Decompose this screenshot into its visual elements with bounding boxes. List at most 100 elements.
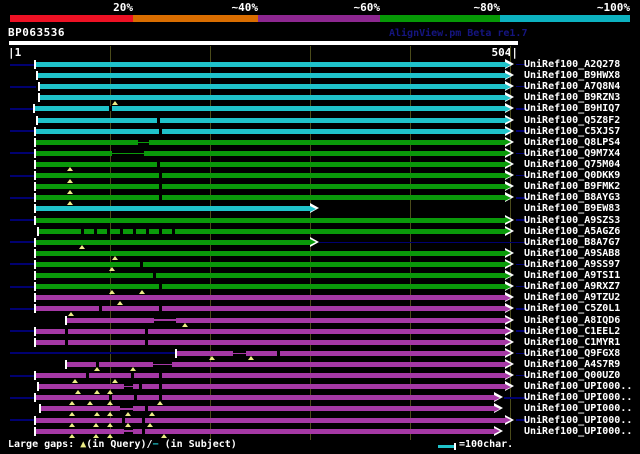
hit-bar[interactable] (40, 84, 505, 90)
hit-bar[interactable] (36, 328, 505, 334)
hit-arrowhead-icon[interactable] (505, 247, 515, 259)
hit-arrowhead-icon[interactable] (505, 192, 515, 203)
hit-bar[interactable] (36, 417, 505, 423)
hit-bar[interactable] (36, 250, 505, 256)
hit-label[interactable]: UniRef100_C5Z0L1 (524, 303, 620, 314)
hit-label[interactable]: UniRef100_Q8LPS4 (524, 137, 620, 148)
hit-label[interactable]: UniRef100_A4S7R9 (524, 359, 620, 370)
hit-label[interactable]: UniRef100_UPI000.. (524, 415, 632, 426)
hit-arrowhead-icon[interactable] (505, 125, 515, 137)
hit-label[interactable]: UniRef100_B9EW83 (524, 203, 620, 214)
hit-bar[interactable] (36, 239, 310, 245)
hit-arrowhead-icon[interactable] (505, 414, 515, 426)
hit-arrowhead-icon[interactable] (505, 347, 515, 359)
hit-label[interactable]: UniRef100_A2Q278 (524, 59, 620, 70)
hit-label[interactable]: UniRef100_B9HIQ7 (524, 103, 620, 114)
hit-label[interactable]: UniRef100_UPI000.. (524, 403, 632, 414)
hit-bar[interactable] (40, 95, 505, 101)
hit-bar[interactable] (39, 384, 505, 390)
hit-arrowhead-icon[interactable] (505, 270, 515, 281)
hit-label[interactable]: UniRef100_C5XJS7 (524, 126, 620, 137)
hit-arrowhead-icon[interactable] (505, 136, 515, 148)
hit-bar[interactable] (36, 161, 505, 167)
hit-bar[interactable] (67, 317, 505, 323)
hit-label[interactable]: UniRef100_Q0DKK9 (524, 170, 620, 181)
hit-label[interactable]: UniRef100_A9SZS3 (524, 215, 620, 226)
hit-arrowhead-icon[interactable] (505, 81, 515, 92)
hit-label[interactable]: UniRef100_C1EEL2 (524, 326, 620, 337)
hit-bar[interactable] (41, 406, 494, 412)
hit-arrowhead-icon[interactable] (505, 147, 515, 159)
hit-arrowhead-icon[interactable] (505, 158, 515, 170)
hit-arrowhead-icon[interactable] (505, 70, 515, 81)
hit-label[interactable]: UniRef100_B9FMK2 (524, 181, 620, 192)
hit-label[interactable]: UniRef100_C1MYR1 (524, 337, 620, 348)
hit-label[interactable]: UniRef100_A8IQD6 (524, 315, 620, 326)
hit-arrowhead-icon[interactable] (505, 303, 515, 314)
hit-label[interactable]: UniRef100_B8AYG3 (524, 192, 620, 203)
hit-label[interactable]: UniRef100_Q9FGX8 (524, 348, 620, 359)
hit-bar[interactable] (36, 261, 505, 267)
hit-arrowhead-icon[interactable] (505, 92, 515, 103)
hit-bar[interactable] (36, 395, 494, 401)
hit-arrowhead-icon[interactable] (505, 170, 515, 181)
hit-bar[interactable] (36, 206, 310, 212)
hit-label[interactable]: UniRef100_B9HWX8 (524, 70, 620, 81)
hit-label[interactable]: UniRef100_A9TZU2 (524, 292, 620, 303)
hit-label[interactable]: UniRef100_A7Q8N4 (524, 81, 620, 92)
hit-bar[interactable] (36, 128, 505, 134)
hit-label[interactable]: UniRef100_B8A7G7 (524, 237, 620, 248)
hit-arrowhead-icon[interactable] (505, 181, 515, 192)
hit-bar[interactable] (35, 106, 505, 112)
hit-label[interactable]: UniRef100_A9SS97 (524, 259, 620, 270)
hit-bar[interactable] (36, 306, 505, 312)
hit-bar[interactable] (38, 73, 505, 79)
hit-label[interactable]: UniRef100_UPI000.. (524, 426, 632, 437)
hit-label[interactable]: UniRef100_Q5Z8F2 (524, 115, 620, 126)
hit-bar[interactable] (36, 139, 505, 145)
hit-bar[interactable] (36, 184, 505, 190)
hit-label[interactable]: UniRef100_A9TSI1 (524, 270, 620, 281)
hit-arrowhead-icon[interactable] (505, 370, 515, 381)
hit-arrowhead-icon[interactable] (505, 258, 515, 270)
hit-bar[interactable] (36, 217, 505, 223)
hit-bar[interactable] (36, 273, 505, 279)
hit-arrowhead-icon[interactable] (505, 381, 515, 392)
hit-arrowhead-icon[interactable] (505, 325, 515, 337)
hit-arrowhead-icon[interactable] (505, 103, 515, 114)
hit-label[interactable]: UniRef100_A9RXZ7 (524, 281, 620, 292)
hit-bar[interactable] (36, 284, 505, 290)
hit-bar[interactable] (67, 361, 505, 367)
hit-arrowhead-icon[interactable] (494, 392, 504, 403)
hit-bar[interactable] (36, 373, 505, 379)
hit-arrowhead-icon[interactable] (505, 225, 515, 237)
hit-bar[interactable] (36, 150, 505, 156)
hit-label[interactable]: UniRef100_UPI000.. (524, 392, 632, 403)
hit-bar[interactable] (177, 350, 505, 356)
hit-arrowhead-icon[interactable] (494, 403, 504, 414)
hit-label[interactable]: UniRef100_A5AGZ6 (524, 226, 620, 237)
hit-arrowhead-icon[interactable] (494, 425, 504, 437)
hit-arrowhead-icon[interactable] (505, 214, 515, 226)
hit-label[interactable]: UniRef100_Q00UZ0 (524, 370, 620, 381)
hit-label[interactable]: UniRef100_B9RZN3 (524, 92, 620, 103)
hit-arrowhead-icon[interactable] (505, 281, 515, 292)
hit-arrowhead-icon[interactable] (505, 336, 515, 348)
hit-arrowhead-icon[interactable] (505, 314, 515, 326)
hit-bar[interactable] (36, 62, 505, 67)
hit-bar[interactable] (38, 117, 505, 123)
hit-bar[interactable] (36, 339, 505, 345)
hit-bar[interactable] (36, 295, 505, 301)
hit-arrowhead-icon[interactable] (505, 59, 515, 70)
hit-arrowhead-icon[interactable] (505, 358, 515, 370)
hit-label[interactable]: UniRef100_Q75M04 (524, 159, 620, 170)
hit-arrowhead-icon[interactable] (310, 203, 320, 214)
hit-bar[interactable] (36, 173, 505, 179)
hit-arrowhead-icon[interactable] (505, 292, 515, 303)
hit-bar[interactable] (36, 428, 494, 434)
hit-label[interactable]: UniRef100_A9SAB8 (524, 248, 620, 259)
hit-arrowhead-icon[interactable] (505, 114, 515, 126)
hit-label[interactable]: UniRef100_UPI000.. (524, 381, 632, 392)
hit-bar[interactable] (36, 195, 505, 201)
hit-label[interactable]: UniRef100_Q9M7X4 (524, 148, 620, 159)
